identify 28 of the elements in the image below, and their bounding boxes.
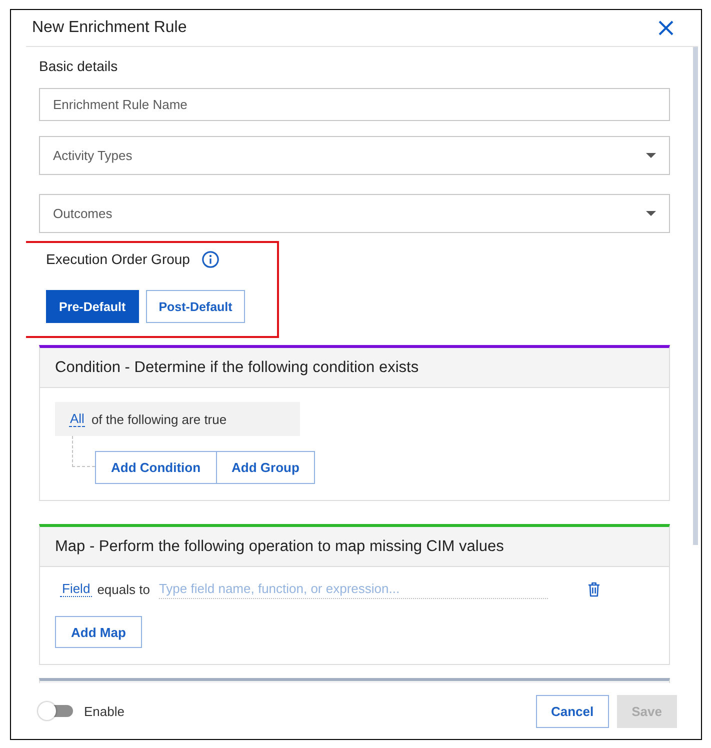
condition-text: of the following are true (91, 412, 227, 426)
field-link[interactable]: Field (60, 581, 92, 597)
toggle-label: Enable (84, 704, 124, 718)
caret-icon (646, 153, 656, 158)
dialog-title: New Enrichment Rule (32, 18, 187, 38)
scrollbar[interactable] (693, 47, 698, 545)
close-icon (658, 20, 674, 36)
segment-button[interactable]: Pre-Default (46, 290, 139, 323)
operator-text: equals to (97, 582, 150, 596)
expression-field[interactable]: Type field name, function, or expression... (158, 579, 548, 599)
panel-header: Condition - Determine if the following condition exists (40, 348, 669, 388)
caret-icon (646, 211, 656, 216)
input-field[interactable]: Enrichment Rule Name (39, 88, 670, 121)
trash-icon[interactable] (588, 582, 600, 596)
quantifier-link[interactable]: All (69, 411, 86, 427)
segment-button[interactable]: Post-Default (146, 290, 246, 323)
add-button[interactable]: Add Group (216, 451, 316, 484)
cancel-button[interactable]: Cancel (536, 694, 609, 728)
field-label: Execution Order Group (46, 250, 190, 268)
select-field[interactable]: Outcomes (39, 194, 670, 233)
section-heading: Basic details (39, 57, 118, 75)
toggle-switch[interactable] (37, 701, 73, 721)
add-button[interactable]: Add Map (55, 616, 142, 648)
close-button[interactable] (656, 18, 676, 38)
select-field[interactable]: Activity Types (39, 136, 670, 175)
add-button[interactable]: Add Condition (95, 451, 217, 484)
panel-header: Map - Perform the following operation to map missing CIM values (40, 527, 669, 567)
info-icon[interactable] (202, 250, 219, 268)
